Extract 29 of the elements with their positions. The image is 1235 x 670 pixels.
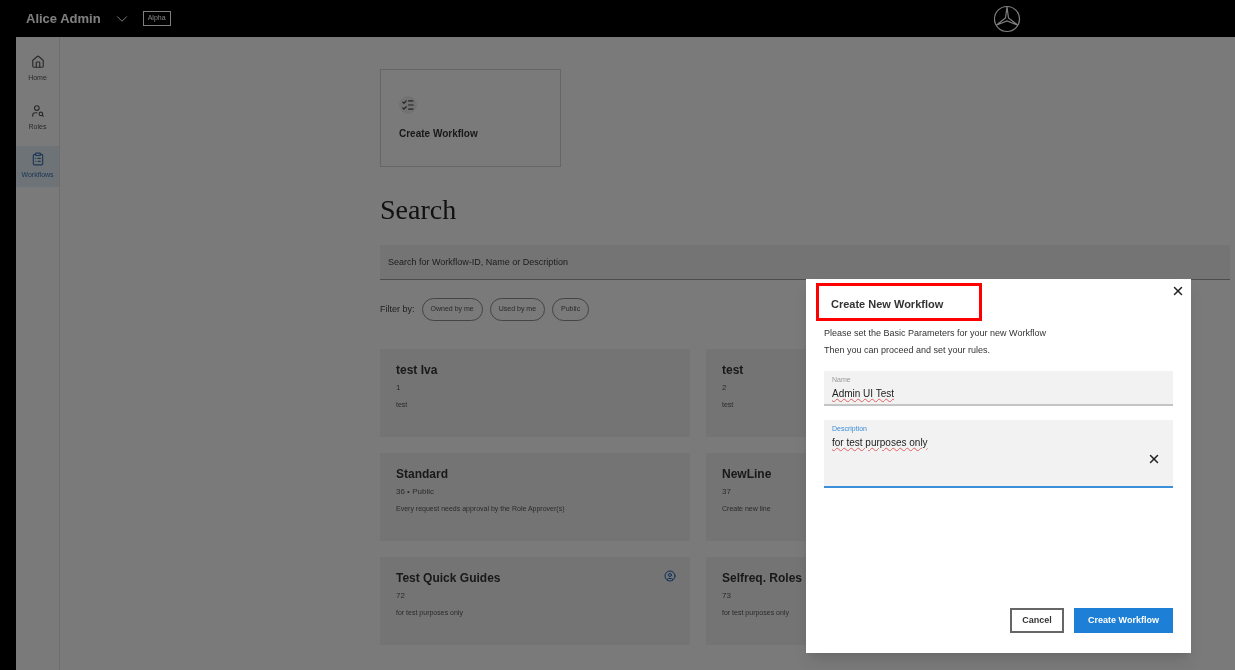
card-title: test Iva bbox=[396, 361, 438, 379]
card-meta: 72 bbox=[396, 589, 405, 602]
card-meta: 1 bbox=[396, 381, 401, 394]
field-value: for test purposes only bbox=[832, 435, 929, 450]
field-value: Admin UI Test bbox=[832, 386, 896, 401]
card-title: test bbox=[722, 361, 744, 379]
cancel-button[interactable]: Cancel bbox=[1010, 608, 1064, 633]
card-title: Test Quick Guides bbox=[396, 569, 501, 587]
create-workflow-tile[interactable]: Create Workflow bbox=[380, 69, 561, 167]
card-title: NewLine bbox=[722, 465, 772, 483]
card-meta: 36 • Public bbox=[396, 485, 434, 498]
dialog-title: Create New Workflow bbox=[831, 296, 944, 312]
close-icon[interactable] bbox=[1171, 284, 1185, 298]
three-point-star-logo bbox=[992, 4, 1021, 33]
checklist-icon bbox=[399, 95, 417, 114]
search-field[interactable]: Search for Workflow-ID, Name or Description bbox=[380, 245, 1230, 280]
card-title: Selfreq. Roles bbox=[722, 569, 803, 587]
filter-label: Filter by: bbox=[380, 302, 415, 316]
dialog-text: Then you can proceed and set your rules. bbox=[824, 343, 992, 357]
create-workflow-button[interactable]: Create Workflow bbox=[1074, 608, 1173, 633]
user-search-icon bbox=[30, 103, 45, 118]
home-icon bbox=[30, 55, 45, 69]
card-title: Standard bbox=[396, 465, 448, 483]
checklist-icon bbox=[30, 152, 45, 166]
card-meta: 73 bbox=[722, 589, 731, 602]
dialog-text: Please set the Basic Parameters for your new Workflow bbox=[824, 327, 1047, 340]
search-heading: Search bbox=[380, 193, 458, 227]
clear-icon[interactable] bbox=[1147, 452, 1161, 466]
user-name[interactable]: Alice Admin bbox=[26, 8, 101, 29]
